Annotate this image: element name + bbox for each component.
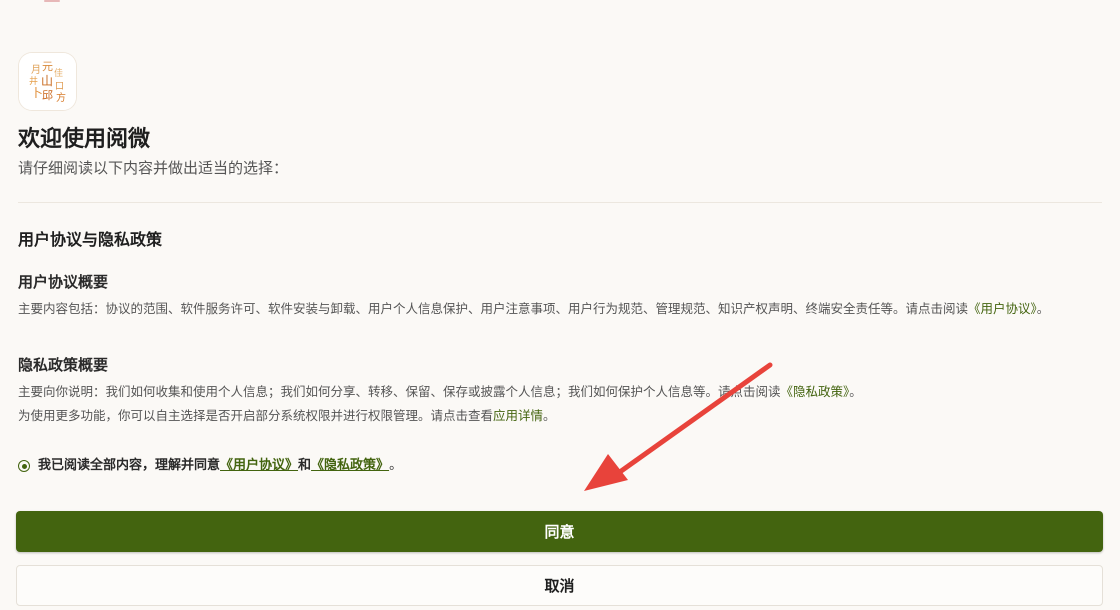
user-agreement-link[interactable]: 《用户协议》	[968, 301, 1037, 316]
svg-text:月: 月	[31, 64, 41, 76]
agree-button[interactable]: 同意	[16, 511, 1103, 552]
permission-body: 为使用更多功能，你可以自主选择是否开启部分系统权限并进行权限管理。请点击查看	[18, 408, 494, 423]
terms-summary-heading: 用户协议概要	[18, 273, 109, 291]
top-edge-mark	[44, 0, 60, 2]
terms-summary-body: 主要内容包括：协议的范围、软件服务许可、软件安装与卸载、用户个人信息保护、用户注…	[18, 301, 969, 316]
consent-row[interactable]: 我已阅读全部内容，理解并同意 《用户协议》 和 《隐私政策》 。	[18, 457, 402, 475]
svg-text:口: 口	[55, 82, 64, 92]
terms-summary-end: 。	[1036, 301, 1050, 316]
consent-privacy-policy-link[interactable]: 《隐私政策》	[311, 457, 389, 475]
app-logo-icon: 月 元 佳 井 山 口 卜 邱 方	[19, 53, 76, 110]
svg-text:元: 元	[42, 60, 53, 73]
privacy-summary-text: 主要向你说明：我们如何收集和使用个人信息；我们如何分享、转移、保留、保存或披露个…	[18, 383, 1093, 401]
cancel-button[interactable]: 取消	[16, 565, 1103, 606]
terms-summary-text: 主要内容包括：协议的范围、软件服务许可、软件安装与卸载、用户个人信息保护、用户注…	[18, 300, 1093, 318]
consent-text: 我已阅读全部内容，理解并同意	[38, 458, 221, 473]
consent-radio-icon[interactable]	[18, 460, 30, 472]
page-subtitle: 请仔细阅读以下内容并做出适当的选择：	[18, 159, 289, 177]
consent-user-agreement-link[interactable]: 《用户协议》	[220, 457, 298, 475]
svg-text:邱: 邱	[42, 89, 53, 102]
privacy-summary-body: 主要向你说明：我们如何收集和使用个人信息；我们如何分享、转移、保留、保存或披露个…	[18, 384, 781, 399]
consent-end: 。	[389, 458, 403, 473]
privacy-summary-heading: 隐私政策概要	[18, 356, 109, 374]
page-title: 欢迎使用阅微	[18, 126, 151, 152]
svg-text:方: 方	[56, 91, 66, 104]
agreement-section-title: 用户协议与隐私政策	[18, 230, 163, 249]
consent-and-text: 和	[298, 458, 312, 473]
permission-text: 为使用更多功能，你可以自主选择是否开启部分系统权限并进行权限管理。请点击查看应用…	[18, 407, 1093, 425]
app-details-link[interactable]: 应用详情	[493, 408, 543, 423]
privacy-policy-link[interactable]: 《隐私政策》	[781, 384, 850, 399]
svg-text:佳: 佳	[54, 67, 63, 79]
privacy-summary-end: 。	[849, 384, 862, 399]
divider	[18, 202, 1102, 203]
permission-end: 。	[543, 408, 556, 423]
